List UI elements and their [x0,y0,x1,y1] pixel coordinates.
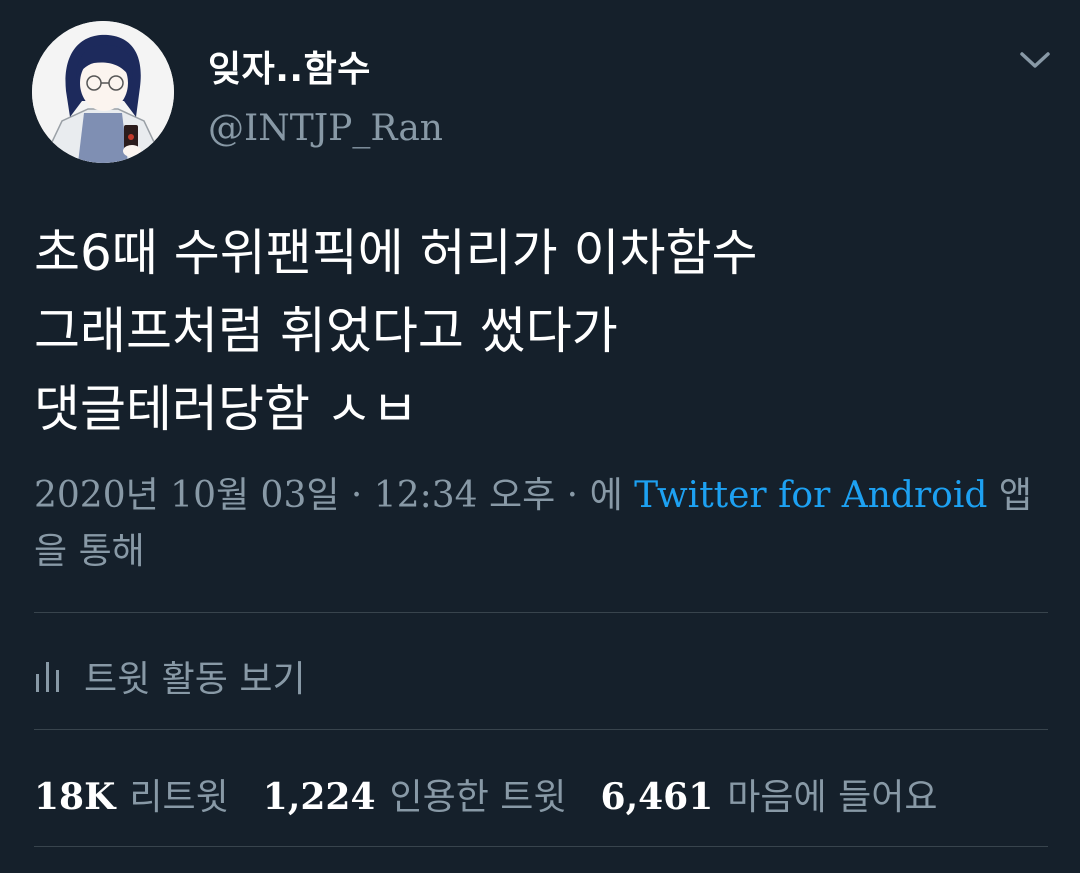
divider [34,612,1048,613]
quotes-stat[interactable]: 1,224 인용한 트윗 [263,768,567,820]
view-tweet-activity[interactable]: 트윗 활동 보기 [34,648,306,704]
retweets-stat[interactable]: 18K 리트윗 [34,768,229,820]
likes-count: 6,461 [600,776,714,818]
divider [34,846,1048,847]
chevron-down-icon[interactable] [1018,48,1052,72]
tweet-stats: 18K 리트윗 1,224 인용한 트윗 6,461 마음에 들어요 [34,766,971,822]
tweet-meta: 2020년 10월 03일 · 12:34 오후 · 에 Twitter for… [34,468,1044,580]
tweet-source-link[interactable]: Twitter for Android [634,475,987,516]
author-display-name[interactable]: 잊자..함수 [208,40,371,92]
tweet-text: 초6때 수위팬픽에 허리가 이차함수 그래프처럼 휘었다고 썼다가 댓글테러당함… [34,224,758,438]
analytics-icon [36,662,59,692]
view-tweet-activity-label: 트윗 활동 보기 [84,659,306,700]
quotes-label: 인용한 트윗 [389,777,567,818]
avatar[interactable] [32,21,174,163]
retweets-label: 리트윗 [129,777,229,818]
retweets-count: 18K [34,776,116,818]
author-handle[interactable]: @INTJP_Ran [208,108,443,149]
likes-stat[interactable]: 6,461 마음에 들어요 [601,768,938,820]
divider [34,729,1048,730]
avatar-image [32,21,174,163]
likes-label: 마음에 들어요 [727,777,938,818]
quotes-count: 1,224 [262,776,376,818]
tweet-detail: 잊자..함수 @INTJP_Ran 초6때 수위팬픽에 허리가 이차함수 그래프… [0,0,1080,873]
tweet-timestamp[interactable]: 2020년 10월 03일 · 12:34 오후 · 에 [34,475,634,516]
